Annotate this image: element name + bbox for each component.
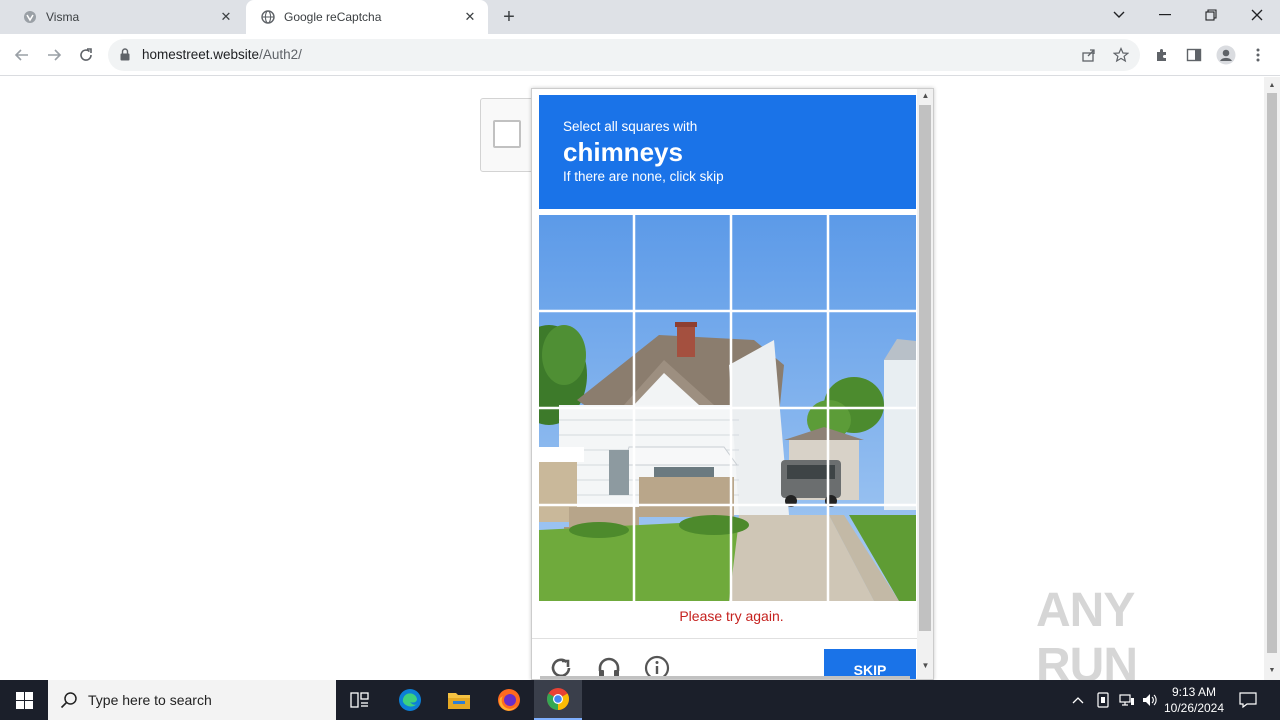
grid-tile-4-3[interactable]: [732, 506, 827, 601]
challenge-header: Select all squares with chimneys If ther…: [539, 95, 916, 209]
grid-tile-1-4[interactable]: [829, 215, 916, 311]
scroll-up-arrow-icon[interactable]: ▲: [917, 91, 933, 100]
kebab-menu-icon[interactable]: [1248, 45, 1268, 65]
taskbar-search-box[interactable]: Type here to search: [48, 680, 336, 720]
challenge-scrollbar-thumb[interactable]: [919, 105, 931, 631]
show-hidden-icons-chevron-icon[interactable]: [1068, 680, 1088, 720]
recaptcha-challenge: Select all squares with chimneys If ther…: [531, 88, 934, 680]
grid-tile-2-1[interactable]: [539, 312, 634, 408]
globe-icon: [260, 9, 276, 25]
target-object-text: chimneys: [563, 137, 683, 167]
visma-favicon-icon: [22, 9, 38, 25]
watermark-text: ANY RUN: [1036, 584, 1138, 692]
grid-tile-4-2[interactable]: [635, 506, 730, 601]
windows-start-icon[interactable]: [0, 680, 48, 720]
tab-title: Visma: [46, 10, 80, 24]
device-tray-icon[interactable]: [1093, 680, 1113, 720]
windows-taskbar: Type here to search 9:13 AM 10/26/2024: [0, 680, 1280, 720]
grid-tile-4-1[interactable]: [539, 506, 634, 601]
bookmark-star-icon[interactable]: [1112, 46, 1130, 64]
grid-tile-3-4[interactable]: [829, 409, 916, 505]
edge-browser-icon[interactable]: [386, 680, 434, 720]
scroll-down-arrow-icon[interactable]: ▼: [917, 661, 933, 670]
restore-icon[interactable]: [1188, 0, 1234, 30]
grid-tile-1-2[interactable]: [635, 215, 730, 311]
network-icon[interactable]: [1117, 680, 1137, 720]
challenge-footer: SKIP: [532, 638, 917, 679]
grid-tile-1-1[interactable]: [539, 215, 634, 311]
firefox-icon[interactable]: [485, 680, 533, 720]
tab-title: Google reCaptcha: [284, 10, 382, 24]
side-panel-icon[interactable]: [1184, 45, 1204, 65]
grid-tile-3-3[interactable]: [732, 409, 827, 505]
file-explorer-icon[interactable]: [435, 680, 483, 720]
browser-toolbar: homestreet.website/Auth2/: [0, 34, 1280, 76]
url-text: homestreet.website/Auth2/: [142, 47, 302, 62]
system-clock[interactable]: 9:13 AM 10/26/2024: [1158, 684, 1230, 716]
recaptcha-checkbox[interactable]: [493, 120, 521, 148]
new-tab-button[interactable]: +: [497, 6, 521, 28]
minimize-icon[interactable]: [1142, 0, 1188, 30]
image-grid: [539, 215, 916, 601]
share-icon[interactable]: [1080, 46, 1098, 64]
tab-visma[interactable]: Visma ✕: [8, 0, 244, 34]
tab-google-recaptcha[interactable]: Google reCaptcha ✕: [246, 0, 488, 34]
lock-icon[interactable]: [120, 48, 130, 66]
close-tab-icon[interactable]: ✕: [218, 9, 234, 25]
page-scrollbar-thumb[interactable]: [1267, 93, 1277, 653]
close-window-icon[interactable]: [1234, 0, 1280, 30]
notification-center-icon[interactable]: [1234, 680, 1262, 720]
chrome-icon[interactable]: [534, 680, 582, 720]
clock-time: 9:13 AM: [1171, 685, 1217, 699]
challenge-scrollbar[interactable]: ▲ ▼: [917, 89, 933, 679]
grid-tile-3-2[interactable]: [635, 409, 730, 505]
grid-tile-2-2[interactable]: [635, 312, 730, 408]
reload-icon[interactable]: [73, 42, 99, 68]
instruction-text: Select all squares with: [563, 119, 698, 134]
grid-tile-2-4[interactable]: [829, 312, 916, 408]
tab-strip: Visma ✕ Google reCaptcha ✕ +: [0, 0, 1280, 34]
scroll-down-arrow-icon[interactable]: ▼: [1264, 664, 1280, 678]
tab-search-chevron-icon[interactable]: [1096, 0, 1142, 30]
clock-date: 10/26/2024: [1163, 701, 1225, 715]
extensions-puzzle-icon[interactable]: [1152, 45, 1172, 65]
scroll-up-arrow-icon[interactable]: ▲: [1264, 79, 1280, 93]
task-view-icon[interactable]: [336, 680, 384, 720]
close-tab-icon[interactable]: ✕: [462, 9, 478, 25]
profile-avatar-icon[interactable]: [1216, 45, 1236, 65]
grid-tile-4-4[interactable]: [829, 506, 916, 601]
instruction-skip-hint: If there are none, click skip: [563, 169, 724, 184]
forward-arrow-icon[interactable]: [41, 42, 67, 68]
grid-tile-1-3[interactable]: [732, 215, 827, 311]
error-message: Please try again.: [679, 608, 784, 624]
anyrun-watermark: ANY RUN: [1036, 584, 1236, 692]
grid-tile-3-1[interactable]: [539, 409, 634, 505]
grid-tile-2-3[interactable]: [732, 312, 827, 408]
search-placeholder: Type here to search: [88, 692, 212, 708]
volume-icon[interactable]: [1140, 680, 1160, 720]
page-scrollbar[interactable]: ▲ ▼: [1264, 77, 1280, 680]
back-arrow-icon[interactable]: [9, 42, 35, 68]
search-icon: [60, 691, 78, 712]
address-bar[interactable]: homestreet.website/Auth2/: [108, 39, 1140, 71]
